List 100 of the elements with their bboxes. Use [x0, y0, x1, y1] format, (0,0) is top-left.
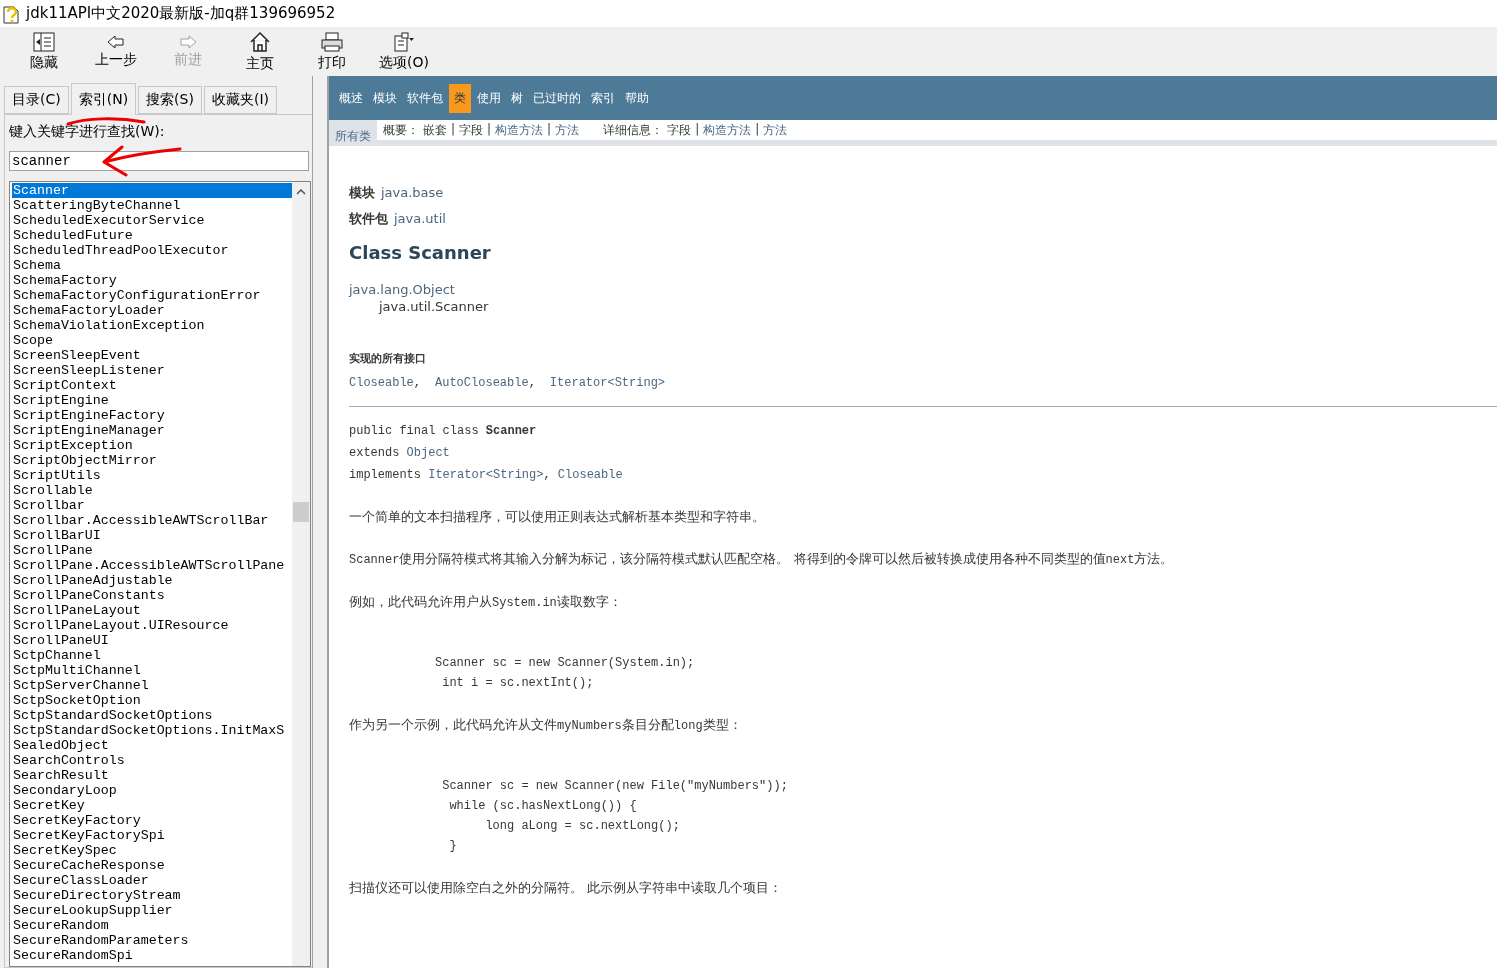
nav-link[interactable]: 索引 — [587, 83, 619, 113]
toolbar-button[interactable]: 隐藏 — [8, 27, 80, 76]
index-item[interactable]: SctpMultiChannel — [12, 663, 292, 678]
index-item[interactable]: SctpServerChannel — [12, 678, 292, 693]
index-item[interactable]: ScheduledFuture — [12, 228, 292, 243]
toolbar-button[interactable]: 主页 — [224, 27, 296, 76]
index-item[interactable]: SctpStandardSocketOptions.InitMaxS — [12, 723, 292, 738]
index-item[interactable]: SctpStandardSocketOptions — [12, 708, 292, 723]
index-item[interactable]: ScriptEngineFactory — [12, 408, 292, 423]
index-item[interactable]: ScrollPaneLayout — [12, 603, 292, 618]
interface-link[interactable]: Iterator<String> — [549, 376, 666, 390]
index-item[interactable]: ScreenSleepEvent — [12, 348, 292, 363]
index-item[interactable]: SchemaFactoryConfigurationError — [12, 288, 292, 303]
nav-link[interactable]: 使用 — [473, 83, 505, 113]
sub-nav-link[interactable]: 方法 — [555, 122, 580, 139]
all-classes-link[interactable]: 所有类 — [329, 120, 377, 146]
index-item[interactable]: ScriptEngine — [12, 393, 292, 408]
toolbar-button[interactable]: 上一步 — [80, 27, 152, 76]
index-item[interactable]: SchemaFactory — [12, 273, 292, 288]
index-item[interactable]: ScriptContext — [12, 378, 292, 393]
nav-link[interactable]: 树 — [507, 83, 527, 113]
package-label: 软件包 — [349, 210, 388, 228]
module-link[interactable]: java.base — [381, 185, 444, 200]
index-item[interactable]: ScheduledThreadPoolExecutor — [12, 243, 292, 258]
separator: , — [413, 376, 421, 390]
index-item[interactable]: ScrollPaneAdjustable — [12, 573, 292, 588]
nav-link[interactable]: 已过时的 — [529, 83, 585, 113]
index-item[interactable]: SearchControls — [12, 753, 292, 768]
index-item[interactable]: SctpSocketOption — [12, 693, 292, 708]
superclass-link[interactable]: java.lang.Object — [349, 281, 1477, 298]
tab[interactable]: 索引(N) — [70, 83, 137, 115]
sub-nav-link[interactable]: 构造方法 — [495, 122, 544, 139]
index-item[interactable]: SecretKey — [12, 798, 292, 813]
type-link[interactable]: Object — [406, 446, 450, 460]
index-item[interactable]: SecureLookupSupplier — [12, 903, 292, 918]
sub-nav-link[interactable]: 构造方法 — [703, 122, 752, 139]
index-item[interactable]: ScriptException — [12, 438, 292, 453]
splitter[interactable] — [312, 76, 328, 968]
sub-nav-link[interactable]: 方法 — [763, 122, 788, 139]
nav-link[interactable]: 类 — [449, 83, 471, 113]
index-item[interactable]: SecureCacheResponse — [12, 858, 292, 873]
code-line: while (sc.hasNextLong()) { — [448, 798, 638, 815]
index-item[interactable]: ScrollPane — [12, 543, 292, 558]
index-item[interactable]: SecureRandomParameters — [12, 933, 292, 948]
toolbar-button[interactable]: 打印 — [296, 27, 368, 76]
index-item[interactable]: ScriptObjectMirror — [12, 453, 292, 468]
interface-link[interactable]: AutoCloseable — [435, 376, 529, 390]
index-item[interactable]: SctpChannel — [12, 648, 292, 663]
index-item[interactable]: Scope — [12, 333, 292, 348]
index-item[interactable]: SecureRandom — [12, 918, 292, 933]
package-link[interactable]: java.util — [394, 211, 446, 226]
interfaces-heading: 实现的所有接口 — [349, 351, 427, 366]
code-text: implements — [349, 468, 422, 482]
index-item[interactable]: Scrollable — [12, 483, 292, 498]
index-item[interactable]: Schema — [12, 258, 292, 273]
index-item[interactable]: ScrollPane.AccessibleAWTScrollPane — [12, 558, 292, 573]
separator: | — [487, 122, 492, 136]
index-item[interactable]: ScreenSleepListener — [12, 363, 292, 378]
sub-nav-text: 嵌套 — [423, 122, 447, 139]
index-item[interactable]: Scanner — [12, 183, 292, 198]
index-item[interactable]: SecretKeySpec — [12, 843, 292, 858]
index-item[interactable]: SecretKeyFactorySpi — [12, 828, 292, 843]
index-item[interactable]: SearchResult — [12, 768, 292, 783]
index-item[interactable]: SecureClassLoader — [12, 873, 292, 888]
interface-link[interactable]: Closeable — [349, 376, 414, 390]
scroll-thumb[interactable] — [293, 502, 309, 522]
tab[interactable]: 收藏夹(I) — [203, 86, 277, 114]
index-item[interactable]: SchemaViolationException — [12, 318, 292, 333]
tab[interactable]: 目录(C) — [4, 86, 69, 114]
index-item[interactable]: ScrollPaneConstants — [12, 588, 292, 603]
scrollbar[interactable] — [292, 182, 310, 966]
index-item[interactable]: SecureDirectoryStream — [12, 888, 292, 903]
toolbar-button[interactable]: 选项(O) — [368, 27, 440, 76]
index-item[interactable]: ScriptEngineManager — [12, 423, 292, 438]
index-item[interactable]: ScrollPaneUI — [12, 633, 292, 648]
index-item[interactable]: SealedObject — [12, 738, 292, 753]
nav-link[interactable]: 模块 — [369, 83, 401, 113]
nav-link[interactable]: 帮助 — [621, 83, 653, 113]
code-text: public final class — [349, 424, 480, 438]
search-field[interactable]: scanner — [9, 151, 309, 171]
code-text: extends — [349, 446, 401, 460]
index-item[interactable]: SecondaryLoop — [12, 783, 292, 798]
index-item[interactable]: Scrollbar.AccessibleAWTScrollBar — [12, 513, 292, 528]
index-item[interactable]: SecretKeyFactory — [12, 813, 292, 828]
index-item[interactable]: ScrollPaneLayout.UIResource — [12, 618, 292, 633]
index-item[interactable]: SecureRandomSpi — [12, 948, 292, 963]
nav-link[interactable]: 概述 — [335, 83, 367, 113]
index-item[interactable]: Scrollbar — [12, 498, 292, 513]
index-item[interactable]: ScriptUtils — [12, 468, 292, 483]
sub-nav-label: 概要： — [383, 122, 419, 139]
code-line: long aLong = sc.nextLong(); — [484, 818, 681, 835]
index-item[interactable]: ScheduledExecutorService — [12, 213, 292, 228]
type-link[interactable]: Iterator<String> — [428, 468, 544, 482]
right-arrow-icon — [179, 34, 197, 49]
index-item[interactable]: ScrollBarUI — [12, 528, 292, 543]
type-link[interactable]: Closeable — [557, 468, 623, 482]
index-item[interactable]: ScatteringByteChannel — [12, 198, 292, 213]
tab[interactable]: 搜索(S) — [138, 86, 202, 114]
index-item[interactable]: SchemaFactoryLoader — [12, 303, 292, 318]
nav-link[interactable]: 软件包 — [403, 83, 447, 113]
